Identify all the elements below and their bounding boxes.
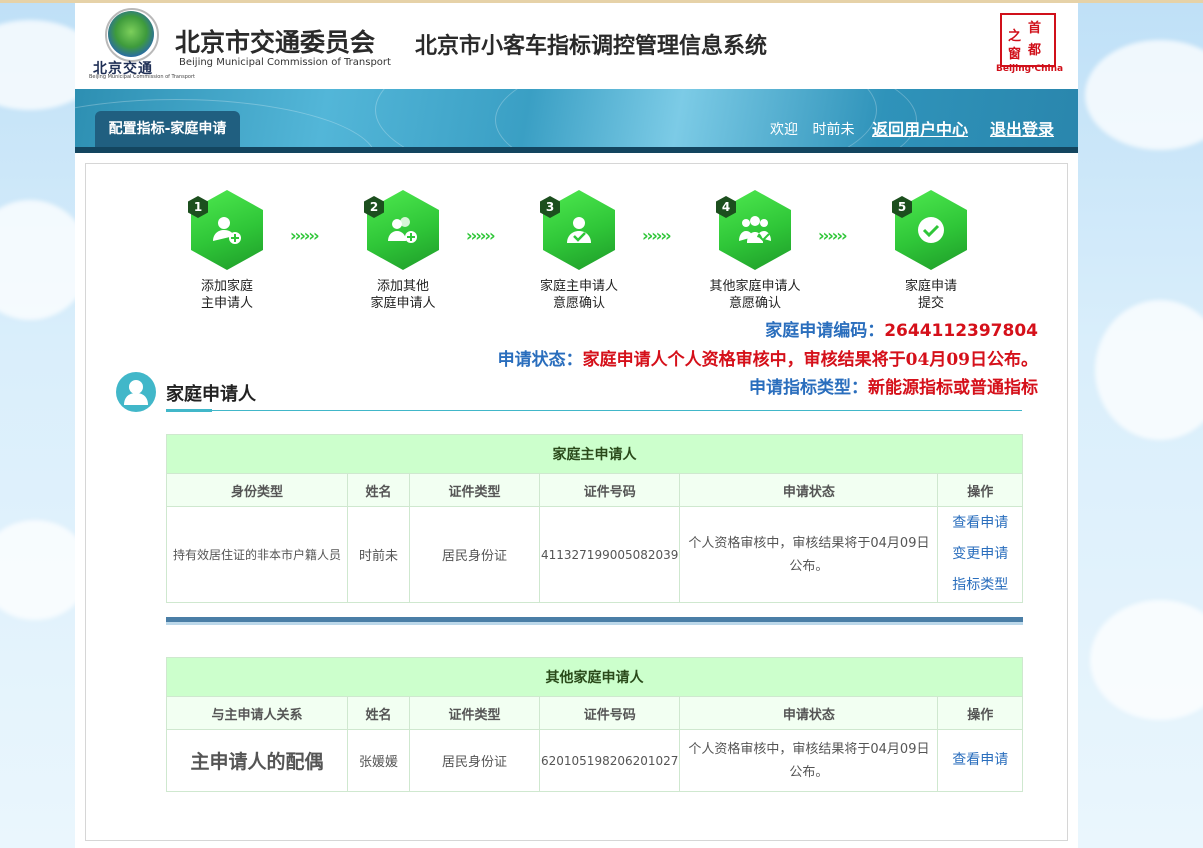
- application-code-line: 家庭申请编码：2644112397804: [765, 316, 1038, 341]
- change-quota-type-link[interactable]: 变更申请指标类型: [939, 539, 1021, 601]
- step-arrows: ››››››: [818, 226, 848, 245]
- step-arrows: ››››››: [290, 226, 320, 245]
- column-header: 申请状态: [679, 696, 939, 730]
- main-applicant-table: 家庭主申请人 身份类型 姓名 证件类型 证件号码 申请状态 操作 持有效居住证的…: [166, 434, 1023, 603]
- step-5-label: 家庭申请 提交: [856, 278, 1006, 312]
- capital-logo-char: 首: [1028, 21, 1042, 36]
- view-application-link[interactable]: 查看申请: [939, 508, 1021, 539]
- application-code-label: 家庭申请编码：: [765, 321, 885, 341]
- capital-window-logo: 首 都 之 窗: [1000, 13, 1056, 67]
- id-type-cell: 居民身份证: [409, 729, 540, 792]
- application-status-line: 申请状态：家庭申请人个人资格审核中，审核结果将于04月09日公布。: [498, 345, 1038, 370]
- organization-name-en: Beijing Municipal Commission of Transpor…: [179, 57, 391, 68]
- organization-name-cn: 北京市交通委员会: [175, 28, 376, 57]
- step-arrows: ››››››: [466, 226, 496, 245]
- name-cell: 张媛媛: [347, 729, 410, 792]
- background-cloud: [1085, 40, 1203, 150]
- column-header: 身份类型: [166, 473, 348, 507]
- username-label: 时前未: [812, 122, 855, 138]
- column-header: 证件号码: [538, 696, 681, 730]
- back-to-user-center-link[interactable]: 返回用户中心: [872, 116, 968, 140]
- relation-cell: 主申请人的配偶: [166, 729, 348, 792]
- table-row: 主申请人的配偶 张媛媛 居民身份证 620105198206201027 个人资…: [166, 729, 1023, 792]
- application-status-cell: 个人资格审核中，审核结果将于04月09日公布。: [679, 506, 939, 603]
- step-label-line: 主申请人: [200, 296, 253, 311]
- capital-logo-english: Beijing·China: [996, 64, 1064, 74]
- main-applicant-table-title: 家庭主申请人: [166, 434, 1023, 474]
- other-applicants-table: 其他家庭申请人 与主申请人关系 姓名 证件类型 证件号码 申请状态 操作 主申请…: [166, 657, 1023, 792]
- column-header: 证件类型: [409, 473, 540, 507]
- step-2-label: 添加其他 家庭申请人: [328, 278, 478, 312]
- step-arrows: ››››››: [642, 226, 672, 245]
- quota-type-value: 新能源指标或普通指标: [868, 378, 1038, 398]
- capital-logo-char: 之: [1008, 29, 1022, 44]
- column-header: 姓名: [347, 473, 410, 507]
- step-3-label: 家庭主申请人 意愿确认: [504, 278, 654, 312]
- welcome-text: 欢迎 时前未: [770, 119, 854, 139]
- column-header: 证件类型: [409, 696, 540, 730]
- application-status-cell: 个人资格审核中，审核结果将于04月09日公布。: [679, 729, 939, 792]
- background-cloud: [1095, 300, 1203, 440]
- tab-family-application[interactable]: 配置指标-家庭申请: [95, 111, 240, 147]
- user-section-icon: [116, 372, 156, 412]
- step-label-line: 家庭申请人: [370, 296, 436, 311]
- id-number-cell: 411327199005082039: [538, 506, 681, 603]
- column-header: 姓名: [347, 696, 410, 730]
- view-application-link[interactable]: 查看申请: [939, 745, 1021, 776]
- column-header: 申请状态: [679, 473, 939, 507]
- application-code-value: 2644112397804: [884, 321, 1038, 341]
- id-type-cell: 居民身份证: [409, 506, 540, 603]
- identity-type-cell: 持有效居住证的非本市户籍人员: [166, 506, 348, 603]
- background-cloud: [1090, 600, 1203, 720]
- column-header: 证件号码: [538, 473, 681, 507]
- step-1-label: 添加家庭 主申请人: [152, 278, 302, 312]
- logout-link[interactable]: 退出登录: [990, 116, 1054, 140]
- table-row: 持有效居住证的非本市户籍人员 时前未 居民身份证 411327199005082…: [166, 506, 1023, 603]
- quota-type-label: 申请指标类型：: [749, 378, 868, 398]
- system-title: 北京市小客车指标调控管理信息系统: [415, 34, 768, 59]
- step-label-line: 家庭主申请人: [539, 279, 618, 294]
- step-2: 添加其他 家庭申请人: [328, 190, 478, 312]
- logo-english-text: Beijing Municipal Commission of Transpor…: [89, 74, 195, 80]
- beijing-transport-logo-emblem: [108, 11, 154, 57]
- welcome-label: 欢迎: [770, 122, 798, 138]
- step-label-line: 其他家庭申请人: [709, 279, 801, 294]
- banner-bottom-bar: [75, 147, 1078, 153]
- capital-logo-char: 窗: [1008, 47, 1022, 62]
- column-header: 操作: [937, 696, 1023, 730]
- column-header: 与主申请人关系: [166, 696, 348, 730]
- operations-cell: 查看申请: [937, 729, 1023, 792]
- step-1: 添加家庭 主申请人: [152, 190, 302, 312]
- step-4-label: 其他家庭申请人 意愿确认: [680, 278, 830, 312]
- step-5: 家庭申请 提交: [856, 190, 1006, 312]
- id-number-cell: 620105198206201027: [538, 729, 681, 792]
- step-label-line: 提交: [917, 296, 944, 311]
- operations-cell: 查看申请 变更申请指标类型: [937, 506, 1023, 603]
- section-title: 家庭申请人: [166, 384, 256, 405]
- application-status-label: 申请状态：: [497, 350, 583, 370]
- step-label-line: 意愿确认: [552, 296, 605, 311]
- step-3: 家庭主申请人 意愿确认: [504, 190, 654, 312]
- table-separator-light: [166, 622, 1023, 625]
- quota-type-line: 申请指标类型：新能源指标或普通指标: [749, 373, 1038, 398]
- capital-logo-char: 都: [1028, 43, 1042, 58]
- section-title-underline: [166, 409, 212, 412]
- other-applicants-table-title: 其他家庭申请人: [166, 657, 1023, 697]
- step-label-line: 意愿确认: [728, 296, 781, 311]
- step-label-line: 家庭申请: [904, 279, 957, 294]
- column-header: 操作: [937, 473, 1023, 507]
- name-cell: 时前未: [347, 506, 410, 603]
- step-label-line: 添加其他: [376, 279, 429, 294]
- application-status-value: 家庭申请人个人资格审核中，审核结果将于04月09日公布。: [582, 350, 1038, 370]
- step-4: 其他家庭申请人 意愿确认: [680, 190, 830, 312]
- step-label-line: 添加家庭: [200, 279, 253, 294]
- site-header: 北京交通 Beijing Municipal Commission of Tra…: [75, 3, 1078, 89]
- section-divider: [166, 410, 1022, 411]
